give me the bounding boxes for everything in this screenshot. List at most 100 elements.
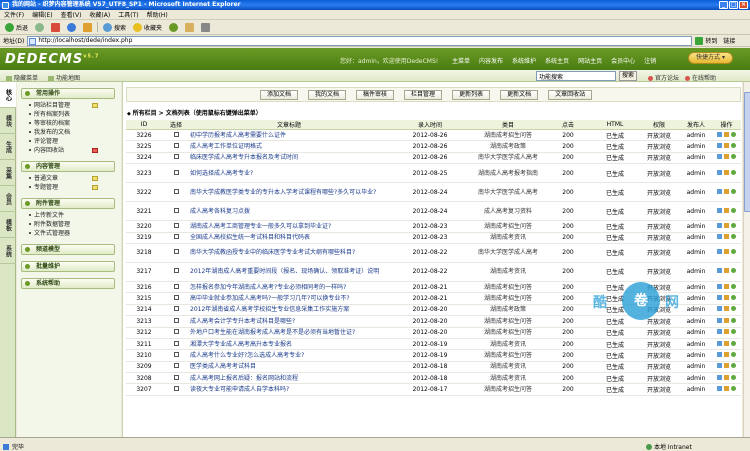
cell-category[interactable]: 湖南成考招生问答 (472, 129, 544, 142)
cell-category[interactable]: 南华大学医学成人高考 (472, 182, 544, 203)
cell-title[interactable]: 如何选择成人高考专业? (190, 163, 388, 184)
table-row[interactable]: 3214 2012年湖南省成人高考学校招生专业信息采集工作实施方案 2012-08-… (126, 304, 741, 317)
delete-icon[interactable] (731, 340, 736, 346)
table-row[interactable]: 3217 2012年湖南成人高考重要时间段（报名、现场确认、领取准考证）说明 201… (126, 262, 741, 282)
cell-title[interactable]: 成人高考各科复习点拨 (190, 201, 388, 222)
sidebar-item-topics[interactable]: 专题管理 (29, 183, 121, 192)
tab-generate[interactable]: 生成 (0, 134, 16, 160)
table-row[interactable]: 3212 外地户口考生能在湖南报考成人高考是不是必须有当地暂住证? 2012-08-… (126, 327, 741, 339)
cell-category[interactable]: 湖南成考资讯 (472, 262, 544, 282)
row-checkbox[interactable] (173, 317, 179, 323)
sidebar-item-recycle-bin[interactable]: 内容回收站 (29, 146, 121, 155)
cell-title[interactable]: 临床医学成人高考专升本报名及考试时间 (190, 152, 388, 165)
tab-system[interactable]: 系统 (0, 238, 16, 264)
view-icon[interactable] (724, 351, 729, 357)
edit-icon[interactable] (717, 268, 722, 274)
table-row[interactable]: 3207 读夜大专业可能申请成人自学本科吗? 2012-08-17 湖南成考招生问答 2… (126, 383, 741, 396)
row-checkbox[interactable] (173, 386, 179, 392)
table-row[interactable]: 3224 临床医学成人高考专升本报名及考试时间 2012-08-26 南华大学医学成人… (126, 152, 741, 165)
sidebar-item-attach-data[interactable]: 附件数据管理 (29, 220, 121, 229)
row-checkbox[interactable] (173, 249, 179, 255)
edit-icon[interactable] (717, 386, 722, 392)
row-checkbox[interactable] (173, 340, 179, 346)
update-list-button[interactable]: 更新列表 (452, 89, 491, 100)
edit-icon[interactable] (717, 143, 722, 149)
menu-favorites[interactable]: 收藏(A) (89, 10, 110, 19)
sidebar-section-common[interactable]: 常用操作 (21, 88, 115, 99)
cell-category[interactable]: 湖南成人高考报考指南 (472, 163, 544, 184)
hide-menu-button[interactable]: 隐藏菜单 (6, 73, 38, 82)
delete-icon[interactable] (731, 188, 736, 194)
view-icon[interactable] (724, 249, 729, 255)
cell-title[interactable]: 成人高考网上报名后疑：报名网站和流程 (190, 372, 388, 385)
help-link[interactable]: 在线帮助 (685, 73, 716, 82)
cell-title[interactable]: 读夜大专业可能申请成人自学本科吗? (190, 383, 388, 396)
sidebar-item-all-docs[interactable]: 所有档案列表 (29, 110, 121, 119)
delete-icon[interactable] (731, 222, 736, 228)
sidebar-item-pending-docs[interactable]: 等审核的档案 (29, 119, 121, 128)
nav-site-home[interactable]: 网站主页 (578, 56, 602, 65)
go-button[interactable]: 转到 (695, 36, 717, 45)
table-row[interactable]: 3209 医学类成人高考考试科目 2012-08-18 湖南成考资讯 200 已生成 开放浏… (126, 361, 741, 374)
row-checkbox[interactable] (173, 169, 179, 175)
delete-icon[interactable] (731, 351, 736, 357)
sidebar-item-articles[interactable]: 普通文章 (29, 174, 121, 183)
delete-icon[interactable] (731, 374, 736, 380)
cell-title[interactable]: 初中学历报考成人高考需要什么证件 (190, 129, 388, 142)
forum-link[interactable]: 官方论坛 (648, 73, 679, 82)
row-checkbox[interactable] (173, 207, 179, 213)
add-icon[interactable] (92, 103, 98, 108)
table-row[interactable]: 3220 湖南成人高考工商管理专业一般多久可以拿到毕业证? 2012-08-23 湖南… (126, 220, 741, 233)
delete-icon[interactable] (731, 207, 736, 213)
table-row[interactable]: 3218 南华大学成教函授专业中的临床医学专业考试大纲有哪些科目? 2012-08-… (126, 243, 741, 263)
edit-icon[interactable] (717, 131, 722, 137)
row-checkbox[interactable] (173, 154, 179, 160)
cell-category[interactable]: 南华大学医学成人高考 (472, 243, 544, 263)
cell-title[interactable]: 高中毕业就业参加成人高考吗?一般学习几年?可以换专业不? (190, 292, 388, 305)
view-icon[interactable] (724, 207, 729, 213)
row-checkbox[interactable] (173, 295, 179, 301)
cell-title[interactable]: 成人高考会计学专升本考试科目是哪些? (190, 315, 388, 328)
edit-icon[interactable] (717, 249, 722, 255)
nav-logout[interactable]: 注销 (644, 56, 656, 65)
nav-system-home[interactable]: 系统主页 (545, 56, 569, 65)
media-button[interactable] (167, 22, 180, 32)
edit-icon[interactable] (717, 222, 722, 228)
delete-icon[interactable] (731, 249, 736, 255)
delete-icon[interactable] (731, 268, 736, 274)
view-icon[interactable] (724, 340, 729, 346)
close-button[interactable]: × (739, 1, 748, 9)
table-row[interactable]: 3215 高中毕业就业参加成人高考吗?一般学习几年?可以换专业不? 2012-08-… (126, 292, 741, 305)
cell-category[interactable]: 湖南成考招生问答 (472, 220, 544, 233)
cell-category[interactable]: 湖南成考招生问答 (472, 327, 544, 339)
table-row[interactable]: 3219 全国成人高校招生统一考试科目和科目代码表 2012-08-23 湖南成考资讯… (126, 232, 741, 244)
row-checkbox[interactable] (173, 234, 179, 240)
edit-icon[interactable] (717, 169, 722, 175)
add-doc-button[interactable]: 添加文档 (260, 89, 299, 100)
view-icon[interactable] (724, 169, 729, 175)
row-checkbox[interactable] (173, 374, 179, 380)
cell-category[interactable]: 湖南成考招生问答 (472, 315, 544, 328)
delete-icon[interactable] (731, 317, 736, 323)
cell-category[interactable]: 南华大学医学成人高考 (472, 152, 544, 165)
row-checkbox[interactable] (173, 351, 179, 357)
row-checkbox[interactable] (173, 306, 179, 312)
row-checkbox[interactable] (173, 143, 179, 149)
back-button[interactable]: 后退 (3, 22, 30, 32)
edit-icon[interactable] (717, 363, 722, 369)
function-search-input[interactable] (536, 71, 616, 81)
edit-icon[interactable] (717, 374, 722, 380)
category-manage-button[interactable]: 栏目管理 (404, 89, 443, 100)
table-row[interactable]: 3213 成人高考会计学专升本考试科目是哪些? 2012-08-20 湖南成考招生问答… (126, 315, 741, 328)
edit-icon[interactable] (717, 283, 722, 289)
cell-title[interactable]: 南华大学成教函授专业中的临床医学专业考试大纲有哪些科目? (190, 243, 388, 263)
delete-icon[interactable] (731, 329, 736, 335)
cell-category[interactable]: 湖南成考招生问答 (472, 349, 544, 362)
minimize-button[interactable]: _ (719, 1, 728, 9)
menu-tools[interactable]: 工具(T) (118, 10, 138, 19)
cell-category[interactable]: 湖南成考招生问答 (472, 292, 544, 305)
tab-core[interactable]: 核心 (0, 82, 16, 108)
edit-icon[interactable] (717, 234, 722, 240)
table-row[interactable]: 3216 怎样报名参加今年湖南成人高考?专业必须相同考的一样吗? 2012-08-2… (126, 281, 741, 294)
view-icon[interactable] (724, 317, 729, 323)
